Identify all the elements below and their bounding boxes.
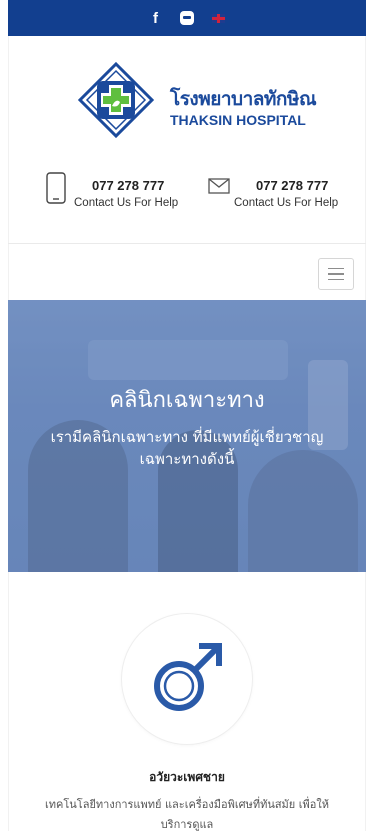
service-title: อวัยวะเพศชาย	[149, 770, 225, 784]
social-topbar: f	[8, 0, 366, 36]
line-icon[interactable]	[179, 11, 194, 25]
contact-phone[interactable]: 077 278 777 Contact Us For Help	[46, 172, 196, 212]
hamburger-menu-icon[interactable]	[318, 258, 354, 290]
mail-icon	[208, 178, 230, 194]
mail-label: Contact Us For Help	[234, 197, 339, 209]
hospital-name-thai: โรงพยาบาลทักษิณ	[170, 88, 317, 110]
service-icon-circle[interactable]	[122, 614, 252, 744]
hospital-cross-logo-icon	[78, 62, 154, 138]
hero-banner: คลินิกเฉพาะทาง เรามีคลินิกเฉพาะทาง ที่มี…	[8, 300, 366, 572]
phone-number: 077 278 777	[92, 178, 165, 193]
service-description: เทคโนโลยีทางการแพทย์ และเครื่องมือพิเศษท…	[45, 798, 329, 831]
phone-icon	[46, 172, 66, 204]
menu-bar	[328, 267, 344, 270]
contact-email[interactable]: 077 278 777 Contact Us For Help	[204, 172, 354, 212]
header-divider	[8, 243, 366, 244]
mail-number: 077 278 777	[256, 178, 329, 193]
hero-title: คลินิกเฉพาะทาง	[109, 388, 265, 413]
hospital-logo[interactable]: โรงพยาบาลทักษิณ THAKSIN HOSPITAL	[78, 62, 318, 152]
facebook-icon[interactable]: f	[150, 10, 162, 27]
menu-bar	[328, 278, 344, 281]
uk-flag-icon[interactable]	[211, 13, 225, 23]
hospital-name-english: THAKSIN HOSPITAL	[170, 112, 306, 128]
male-symbol-icon	[154, 643, 222, 711]
menu-bar	[328, 273, 344, 275]
hero-subtitle: เรามีคลินิกเฉพาะทาง ที่มีแพทย์ผู้เชี่ยวช…	[50, 428, 324, 468]
phone-label: Contact Us For Help	[74, 197, 179, 209]
